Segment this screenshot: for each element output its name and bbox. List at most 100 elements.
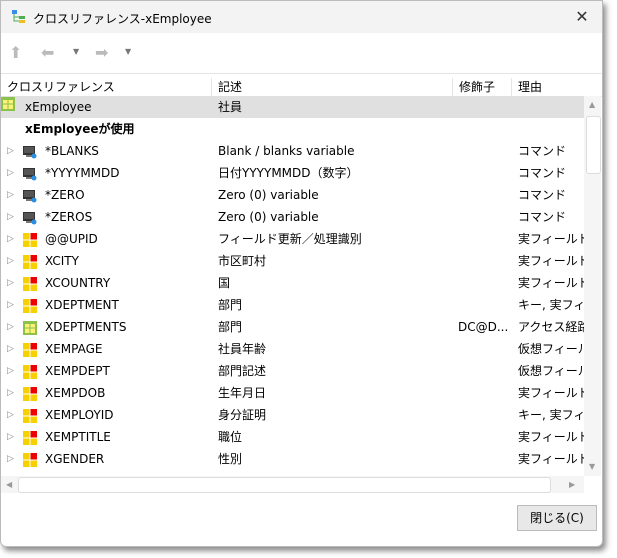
vertical-scrollbar[interactable]: ▲ ▼ — [584, 96, 601, 476]
group-heading-row: xEmployeeが使用 — [1, 118, 584, 140]
list-item[interactable]: ▷ XEMPDEPT 部門記述 仮想フィールド, — [1, 360, 584, 382]
item-name: XEMPDEPT — [45, 364, 110, 378]
expand-icon[interactable]: ▷ — [7, 382, 14, 404]
list-item[interactable]: ▷ XEMPTITLE 職位 実フィールド,... — [1, 426, 584, 448]
list-item[interactable]: ▷ *YYYYMMDD 日付YYYYMMDD（数字） コマンド — [1, 162, 584, 184]
root-row[interactable]: xEmployee 社員 — [1, 96, 584, 118]
item-reason: 実フィールド — [518, 232, 584, 246]
close-icon[interactable]: ✕ — [570, 5, 594, 29]
expand-icon[interactable]: ▷ — [7, 316, 14, 338]
expand-icon[interactable]: ▷ — [7, 426, 14, 448]
item-description: Zero (0) variable — [218, 210, 319, 224]
list-item[interactable]: ▷ XDEPTMENTS 部門 DC@D... アクセス経路,... — [1, 316, 584, 338]
list-item[interactable]: ▷ XCOUNTRY 国 実フィールド,... — [1, 272, 584, 294]
list-item[interactable]: ▷ XGENDER 性別 実フィールド,... — [1, 448, 584, 470]
item-description: 身分証明 — [218, 408, 267, 422]
expand-icon[interactable]: ▷ — [7, 184, 14, 206]
item-reason: 実フィールド,... — [518, 254, 584, 268]
expand-icon[interactable]: ▷ — [7, 250, 14, 272]
list-item[interactable]: ▷ XEMPDOB 生年月日 実フィールド,... — [1, 382, 584, 404]
item-reason: 実フィールド,... — [518, 452, 584, 466]
window-title: クロスリファレンス-xEmployee — [33, 12, 212, 26]
forward-dropdown-icon[interactable]: ▼ — [125, 47, 131, 56]
horizontal-scrollbar[interactable]: ◀ ▶ — [1, 476, 584, 493]
item-name: XCITY — [45, 254, 79, 268]
item-reason: アクセス経路,... — [518, 320, 584, 334]
item-name: XEMPAGE — [45, 342, 103, 356]
list-item[interactable]: ▷ @@UPID フィールド更新／処理識別 実フィールド — [1, 228, 584, 250]
item-name: XEMPLOYID — [45, 408, 114, 422]
item-description: 部門 — [218, 320, 243, 334]
list-item[interactable]: ▷ *BLANKS Blank / blanks variable コマンド — [1, 140, 584, 162]
item-name: *BLANKS — [45, 144, 99, 158]
item-name: *YYYYMMDD — [45, 166, 120, 180]
back-arrow-icon[interactable]: ⬅ — [41, 43, 54, 62]
table-icon — [23, 320, 37, 335]
field-icon — [23, 276, 37, 291]
item-description: フィールド更新／処理識別 — [218, 232, 362, 246]
item-name: XDEPTMENTS — [45, 320, 127, 334]
item-description: 部門 — [218, 298, 243, 312]
item-name: XEMPTITLE — [45, 430, 111, 444]
list-item[interactable]: ▷ XDEPTMENT 部門 キー, 実フィール — [1, 294, 584, 316]
expand-icon[interactable]: ▷ — [7, 228, 14, 250]
expand-icon[interactable]: ▷ — [7, 294, 14, 316]
item-reason: 実フィールド,... — [518, 386, 584, 400]
item-reason: 実フィールド,... — [518, 276, 584, 290]
cross-reference-list: xEmployee 社員 xEmployeeが使用 ▷ *BLANKS Blan… — [1, 96, 584, 476]
expand-icon[interactable]: ▷ — [7, 338, 14, 360]
list-item[interactable]: ▷ XEMPAGE 社員年齢 仮想フィールド, — [1, 338, 584, 360]
list-item[interactable]: ▷ *ZERO Zero (0) variable コマンド — [1, 184, 584, 206]
item-description: 日付YYYYMMDD（数字） — [218, 166, 359, 180]
list-item[interactable]: ▷ XCITY 市区町村 実フィールド,... — [1, 250, 584, 272]
expand-icon[interactable]: ▷ — [7, 162, 14, 184]
item-reason: コマンド — [518, 210, 567, 224]
forward-arrow-icon[interactable]: ➡ — [95, 43, 108, 62]
item-name: XCOUNTRY — [45, 276, 111, 290]
col-description[interactable]: 記述 — [211, 78, 242, 96]
system-variable-icon — [23, 166, 37, 181]
item-reason: 仮想フィールド, — [518, 364, 584, 378]
item-name: *ZERO — [45, 188, 85, 202]
col-modifier[interactable]: 修飾子 — [452, 78, 495, 96]
title-bar: クロスリファレンス-xEmployee ✕ — [1, 1, 602, 33]
group-heading: xEmployeeが使用 — [25, 122, 135, 136]
item-name: XDEPTMENT — [45, 298, 119, 312]
item-description: Blank / blanks variable — [218, 144, 355, 158]
cross-reference-dialog: クロスリファレンス-xEmployee ✕ ⬆ ⬅ ▼ ➡ ▼ クロスリファレン… — [0, 0, 603, 547]
item-description: 社員年齢 — [218, 342, 267, 356]
column-header: クロスリファレンス 記述 修飾子 理由 — [1, 73, 602, 97]
item-modifier: DC@D... — [458, 320, 509, 334]
expand-icon[interactable]: ▷ — [7, 404, 14, 426]
expand-icon[interactable]: ▷ — [7, 206, 14, 228]
expand-icon[interactable]: ▷ — [7, 140, 14, 162]
expand-icon[interactable]: ▷ — [7, 448, 14, 470]
col-reason[interactable]: 理由 — [511, 78, 542, 96]
item-description: Zero (0) variable — [218, 188, 319, 202]
expand-icon[interactable]: ▷ — [7, 272, 14, 294]
list-item[interactable]: ▷ *ZEROS Zero (0) variable コマンド — [1, 206, 584, 228]
field-icon — [23, 232, 37, 247]
item-reason: コマンド — [518, 144, 567, 158]
field-icon — [23, 298, 37, 313]
back-dropdown-icon[interactable]: ▼ — [73, 47, 79, 56]
root-description: 社員 — [218, 100, 243, 114]
field-icon — [23, 430, 37, 445]
item-description: 性別 — [218, 452, 243, 466]
item-name: XEMPDOB — [45, 386, 106, 400]
item-reason: 仮想フィールド, — [518, 342, 584, 356]
item-description: 市区町村 — [218, 254, 267, 268]
item-name: XGENDER — [45, 452, 105, 466]
field-icon — [23, 254, 37, 269]
item-reason: コマンド — [518, 188, 567, 202]
list-item[interactable]: ▷ XEMPLOYID 身分証明 キー, 実フィール — [1, 404, 584, 426]
expand-icon[interactable]: ▷ — [7, 360, 14, 382]
item-description: 生年月日 — [218, 386, 267, 400]
close-button[interactable]: 閉じる(C) — [517, 505, 597, 531]
item-description: 部門記述 — [218, 364, 267, 378]
root-name: xEmployee — [25, 100, 92, 114]
col-cross-reference[interactable]: クロスリファレンス — [1, 78, 115, 96]
field-icon — [23, 342, 37, 357]
item-description: 国 — [218, 276, 231, 290]
up-arrow-icon[interactable]: ⬆ — [9, 43, 22, 62]
